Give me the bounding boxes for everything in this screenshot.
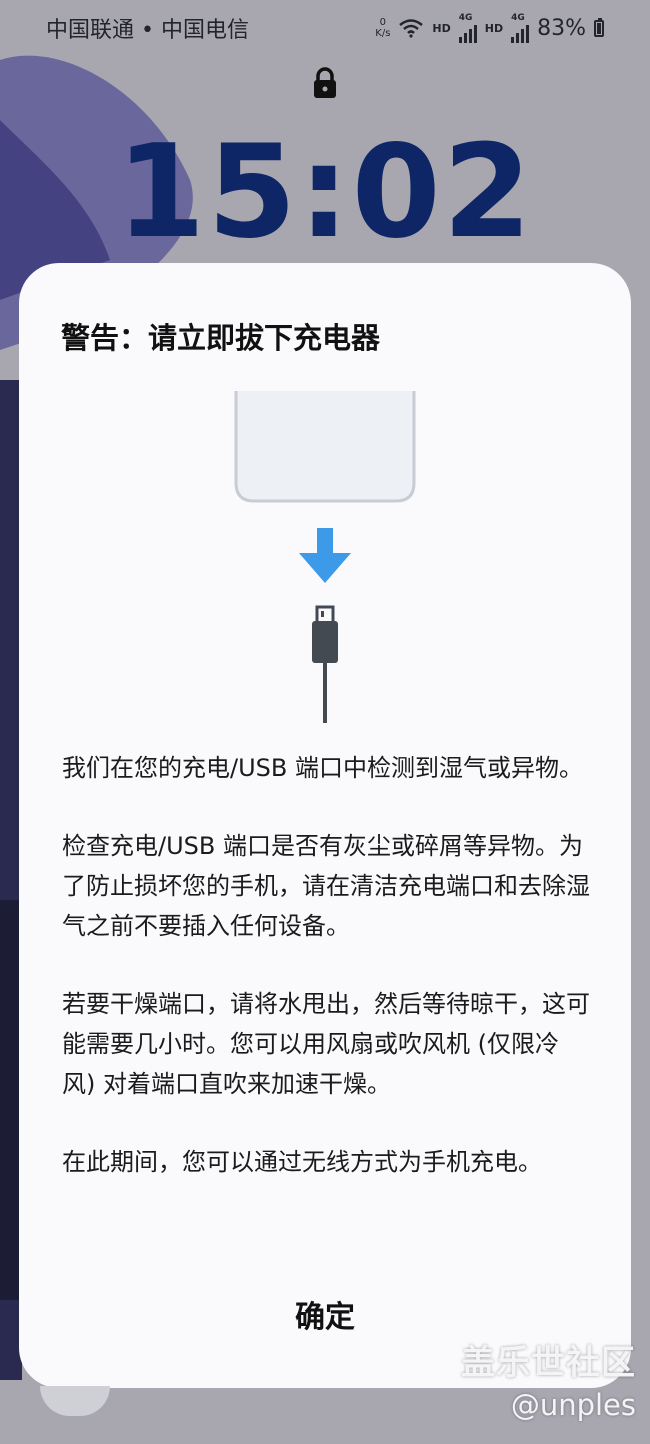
unplug-illustration xyxy=(234,391,416,723)
message-paragraph: 若要干燥端口，请将水甩出，然后等待晾干，这可能需要几小时。您可以用风扇或吹风机 … xyxy=(62,990,590,1098)
hd-label: HD xyxy=(484,21,504,35)
confirm-button[interactable]: 确定 xyxy=(225,1288,425,1348)
network-type: 4G xyxy=(458,12,473,23)
message-paragraph: 检查充电/USB 端口是否有灰尘或碎屑等异物。为了防止损坏您的手机，请在清洁充电… xyxy=(62,832,590,940)
message-paragraph: 在此期间，您可以通过无线方式为手机充电。 xyxy=(62,1148,542,1176)
speed-unit: K/s xyxy=(375,28,391,39)
lock-icon xyxy=(314,67,336,98)
watermark-title: 盖乐世社区 xyxy=(461,1343,636,1383)
battery-icon xyxy=(594,17,604,37)
signal-icon: 4G xyxy=(458,12,477,43)
lockscreen-clock: 15:02 xyxy=(116,118,534,267)
signal-icon: 4G xyxy=(511,12,530,43)
phone-bottom xyxy=(234,391,416,503)
down-arrow-icon xyxy=(299,528,351,583)
battery-percent: 83% xyxy=(537,15,586,41)
watermark: 盖乐世社区 @unples xyxy=(461,1335,636,1422)
network-type: 4G xyxy=(511,12,525,23)
carrier-label: 中国联通 • 中国电信 xyxy=(46,18,249,43)
speed-value: 0 xyxy=(379,17,387,28)
warning-dialog: 警告：请立即拔下充电器 我们在您的充电/USB 端口中检测到湿气或异物。 检查充… xyxy=(19,263,631,1388)
watermark-handle: @unples xyxy=(510,1388,636,1422)
network-speed: 0 K/s xyxy=(375,17,390,39)
wifi-icon xyxy=(399,19,424,38)
status-bar: 中国联通 • 中国电信 0 K/s HD 4G HD 4G 83% xyxy=(0,0,650,56)
message-paragraph: 我们在您的充电/USB 端口中检测到湿气或异物。 xyxy=(62,754,583,782)
dialog-message: 我们在您的充电/USB 端口中检测到湿气或异物。 检查充电/USB 端口是否有灰… xyxy=(62,748,590,1220)
usb-plug-icon xyxy=(312,605,338,723)
hd-label: HD xyxy=(432,21,451,35)
status-icons: 0 K/s HD 4G HD 4G 83% xyxy=(375,12,604,43)
